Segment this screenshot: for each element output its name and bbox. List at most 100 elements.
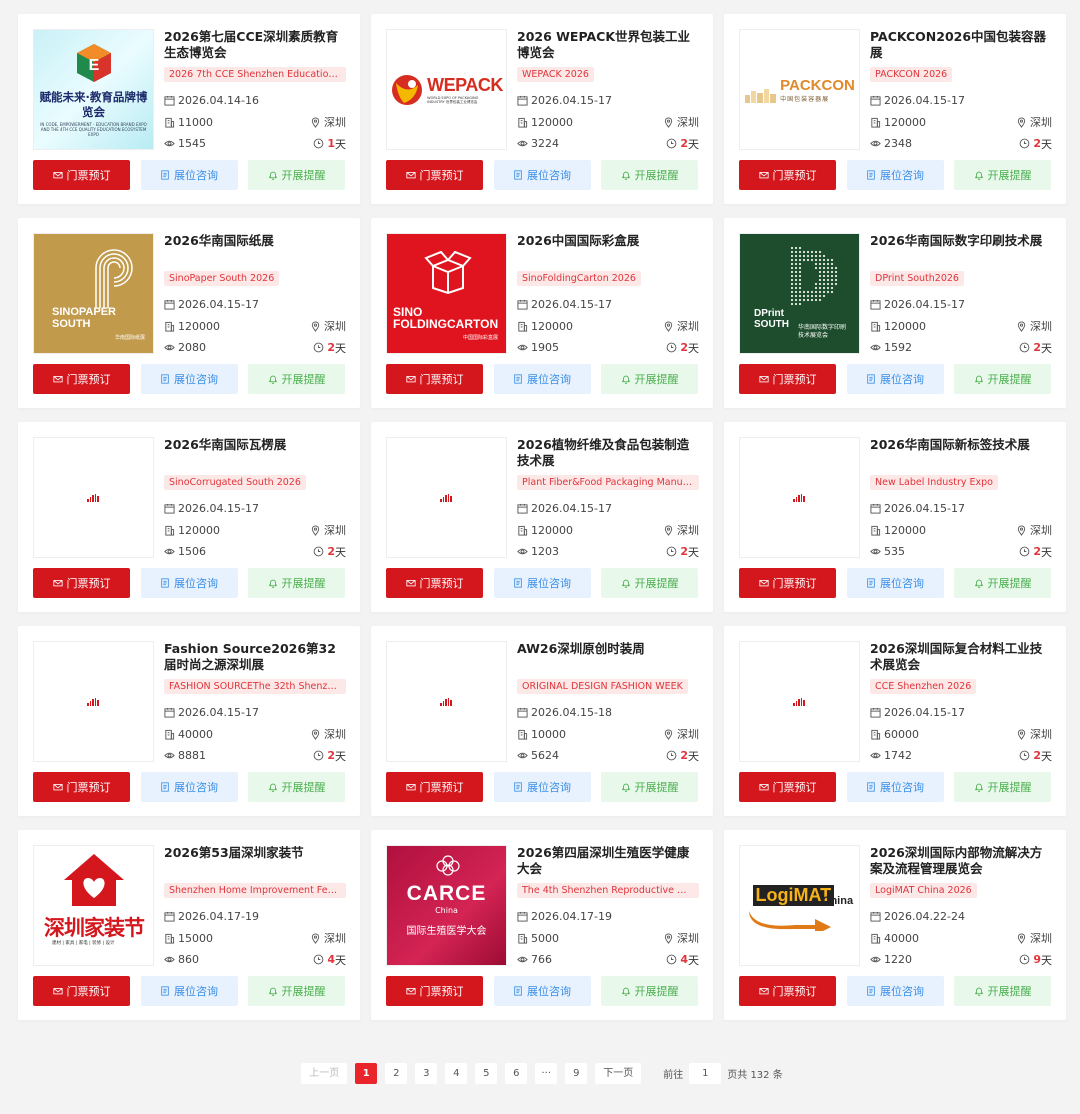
expo-thumbnail[interactable]: [386, 641, 507, 762]
booth-consult-button[interactable]: 展位咨询: [493, 976, 591, 1006]
opening-reminder-button[interactable]: 开展提醒: [601, 364, 698, 394]
ticket-booking-button[interactable]: 门票预订: [739, 976, 836, 1006]
expo-card[interactable]: E 赋能未来·教育品牌博览会 IN CODE, EMPOWERMENT · ED…: [18, 14, 360, 204]
page-number-button[interactable]: 6: [505, 1063, 528, 1084]
expo-card[interactable]: DPrint SOUTH 华南国际数字印刷技术展览会 2026华南国际数字印刷技…: [724, 218, 1066, 408]
opening-reminder-button[interactable]: 开展提醒: [601, 772, 698, 802]
opening-reminder-button[interactable]: 开展提醒: [248, 976, 345, 1006]
expo-title[interactable]: PACKCON2026中国包装容器展: [870, 29, 1052, 61]
ticket-booking-button[interactable]: 门票预订: [33, 568, 130, 598]
ticket-booking-button[interactable]: 门票预订: [739, 364, 836, 394]
opening-reminder-button[interactable]: 开展提醒: [248, 568, 345, 598]
expo-card[interactable]: 2026华南国际瓦楞展 SinoCorrugated South 2026 20…: [18, 422, 360, 612]
expo-thumbnail[interactable]: PACKCON 中国包装容器展: [739, 29, 860, 150]
expo-title[interactable]: 2026 WEPACK世界包装工业博览会: [517, 29, 699, 61]
booth-consult-button[interactable]: 展位咨询: [140, 160, 238, 190]
expo-thumbnail[interactable]: CARCE China 国际生殖医学大会: [386, 845, 507, 966]
expo-thumbnail[interactable]: [386, 437, 507, 558]
opening-reminder-button[interactable]: 开展提醒: [601, 568, 698, 598]
expo-title[interactable]: 2026第七届CCE深圳素质教育生态博览会: [164, 29, 346, 61]
expo-card[interactable]: 2026植物纤维及食品包装制造技术展 Plant Fiber&Food Pack…: [371, 422, 713, 612]
ticket-booking-button[interactable]: 门票预订: [33, 160, 130, 190]
booth-consult-button[interactable]: 展位咨询: [493, 568, 591, 598]
expo-title[interactable]: Fashion Source2026第32届时尚之源深圳展: [164, 641, 346, 673]
ticket-booking-button[interactable]: 门票预订: [739, 160, 836, 190]
page-number-button[interactable]: 9: [565, 1063, 588, 1084]
expo-title[interactable]: 2026第四届深圳生殖医学健康大会: [517, 845, 699, 877]
expo-title[interactable]: 2026第53届深圳家装节: [164, 845, 346, 877]
expo-title[interactable]: 2026中国国际彩盒展: [517, 233, 699, 265]
ticket-booking-button[interactable]: 门票预订: [386, 160, 483, 190]
opening-reminder-button[interactable]: 开展提醒: [954, 364, 1051, 394]
expo-thumbnail[interactable]: [33, 437, 154, 558]
expo-title[interactable]: AW26深圳原创时装周: [517, 641, 699, 673]
opening-reminder-button[interactable]: 开展提醒: [601, 976, 698, 1006]
prev-page-button[interactable]: 上一页: [301, 1063, 348, 1084]
page-number-button[interactable]: 4: [445, 1063, 468, 1084]
expo-thumbnail[interactable]: SINOPAPER SOUTH 华南国际纸展: [33, 233, 154, 354]
expo-thumbnail[interactable]: SINO FOLDINGCARTON 中国国际彩盒展: [386, 233, 507, 354]
expo-thumbnail[interactable]: DPrint SOUTH 华南国际数字印刷技术展览会: [739, 233, 860, 354]
expo-card[interactable]: Fashion Source2026第32届时尚之源深圳展 FASHION SO…: [18, 626, 360, 816]
page-ellipsis[interactable]: ···: [535, 1063, 558, 1084]
booth-consult-button[interactable]: 展位咨询: [140, 772, 238, 802]
opening-reminder-button[interactable]: 开展提醒: [954, 976, 1051, 1006]
booth-consult-button[interactable]: 展位咨询: [140, 364, 238, 394]
ticket-booking-button[interactable]: 门票预订: [386, 364, 483, 394]
ticket-booking-button[interactable]: 门票预订: [739, 772, 836, 802]
ticket-booking-button[interactable]: 门票预订: [33, 976, 130, 1006]
opening-reminder-button[interactable]: 开展提醒: [248, 364, 345, 394]
expo-title[interactable]: 2026植物纤维及食品包装制造技术展: [517, 437, 699, 469]
expo-thumbnail[interactable]: [33, 641, 154, 762]
ticket-booking-button[interactable]: 门票预订: [386, 976, 483, 1006]
page-number-button[interactable]: 3: [415, 1063, 438, 1084]
expo-card[interactable]: CARCE China 国际生殖医学大会 2026第四届深圳生殖医学健康大会 T…: [371, 830, 713, 1020]
ticket-booking-button[interactable]: 门票预订: [386, 568, 483, 598]
expo-title[interactable]: 2026深圳国际内部物流解决方案及流程管理展览会: [870, 845, 1052, 877]
ticket-booking-button[interactable]: 门票预订: [33, 364, 130, 394]
booth-consult-button[interactable]: 展位咨询: [140, 976, 238, 1006]
opening-reminder-button[interactable]: 开展提醒: [954, 568, 1051, 598]
booth-consult-button[interactable]: 展位咨询: [493, 364, 591, 394]
booth-consult-button[interactable]: 展位咨询: [493, 772, 591, 802]
booth-consult-button[interactable]: 展位咨询: [846, 568, 944, 598]
expo-card[interactable]: WEPACK WORLD EXPO OF PACKAGING INDUSTRY …: [371, 14, 713, 204]
opening-reminder-button[interactable]: 开展提醒: [954, 160, 1051, 190]
expo-card[interactable]: 2026华南国际新标签技术展 New Label Industry Expo 2…: [724, 422, 1066, 612]
expo-title[interactable]: 2026华南国际新标签技术展: [870, 437, 1052, 469]
ticket-booking-button[interactable]: 门票预订: [33, 772, 130, 802]
expo-title[interactable]: 2026华南国际数字印刷技术展: [870, 233, 1052, 265]
expo-thumbnail[interactable]: 深圳家装节 建材 | 家具 | 家电 | 装修 | 设计: [33, 845, 154, 966]
expo-title[interactable]: 2026华南国际瓦楞展: [164, 437, 346, 469]
booth-consult-button[interactable]: 展位咨询: [140, 568, 238, 598]
booth-consult-button[interactable]: 展位咨询: [846, 772, 944, 802]
page-number-button[interactable]: 5: [475, 1063, 498, 1084]
ticket-booking-button[interactable]: 门票预订: [739, 568, 836, 598]
page-input[interactable]: 1: [689, 1063, 722, 1084]
expo-card[interactable]: 深圳家装节 建材 | 家具 | 家电 | 装修 | 设计 2026第53届深圳家…: [18, 830, 360, 1020]
booth-consult-button[interactable]: 展位咨询: [493, 160, 591, 190]
expo-title[interactable]: 2026华南国际纸展: [164, 233, 346, 265]
expo-card[interactable]: AW26深圳原创时装周 ORIGINAL DESIGN FASHION WEEK…: [371, 626, 713, 816]
booth-consult-button[interactable]: 展位咨询: [846, 976, 944, 1006]
expo-title[interactable]: 2026深圳国际复合材料工业技术展览会: [870, 641, 1052, 673]
opening-reminder-button[interactable]: 开展提醒: [601, 160, 698, 190]
opening-reminder-button[interactable]: 开展提醒: [954, 772, 1051, 802]
booth-consult-button[interactable]: 展位咨询: [846, 364, 944, 394]
expo-thumbnail[interactable]: E 赋能未来·教育品牌博览会 IN CODE, EMPOWERMENT · ED…: [33, 29, 154, 150]
ticket-booking-button[interactable]: 门票预订: [386, 772, 483, 802]
expo-card[interactable]: SINOPAPER SOUTH 华南国际纸展 2026华南国际纸展 SinoPa…: [18, 218, 360, 408]
opening-reminder-button[interactable]: 开展提醒: [248, 772, 345, 802]
page-number-button[interactable]: 2: [385, 1063, 408, 1084]
expo-card[interactable]: PACKCON 中国包装容器展 PACKCON2026中国包装容器展 PACKC…: [724, 14, 1066, 204]
expo-card[interactable]: 2026深圳国际复合材料工业技术展览会 CCE Shenzhen 2026 20…: [724, 626, 1066, 816]
booth-consult-button[interactable]: 展位咨询: [846, 160, 944, 190]
opening-reminder-button[interactable]: 开展提醒: [248, 160, 345, 190]
next-page-button[interactable]: 下一页: [595, 1063, 642, 1084]
expo-thumbnail[interactable]: WEPACK WORLD EXPO OF PACKAGING INDUSTRY …: [386, 29, 507, 150]
expo-thumbnail[interactable]: [739, 641, 860, 762]
page-number-button[interactable]: 1: [355, 1063, 378, 1084]
expo-card[interactable]: SINO FOLDINGCARTON 中国国际彩盒展 2026中国国际彩盒展 S…: [371, 218, 713, 408]
expo-card[interactable]: LogiMAT China 2026深圳国际内部物流解决方案及流程管理展览会 L…: [724, 830, 1066, 1020]
expo-thumbnail[interactable]: LogiMAT China: [739, 845, 860, 966]
